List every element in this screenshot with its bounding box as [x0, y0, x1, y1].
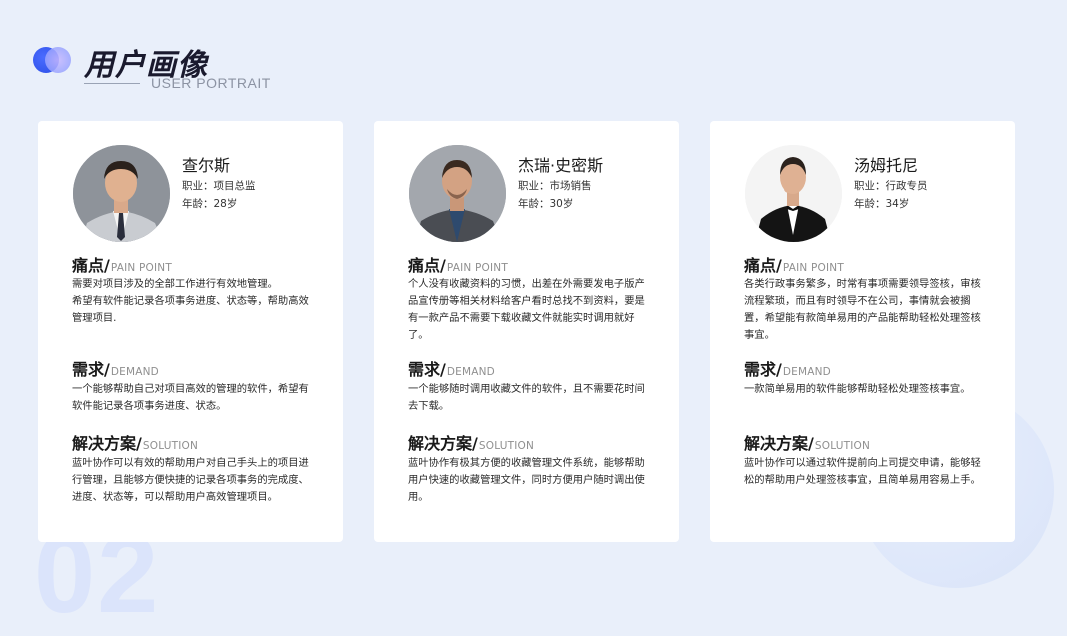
demand-text: 一个能够帮助自己对项目高效的管理的软件，希望有软件能记录各项事务进度、状态。: [72, 383, 309, 412]
persona-job: 职业：行政专员: [854, 180, 928, 192]
demand-text: 一款简单易用的软件能够帮助轻松处理签核事宜。: [744, 383, 971, 395]
solution-text: 蓝叶协作有极其方便的收藏管理文件系统，能够帮助用户快速的收藏管理文件，同时方便用…: [408, 457, 645, 503]
persona-card-2: 杰瑞·史密斯 职业：市场销售 年龄：30岁 痛点/PAIN POINT 个人没有…: [374, 121, 679, 542]
page-subtitle: USER PORTRAIT: [151, 75, 271, 91]
solution-heading: 解决方案/SOLUTION: [72, 434, 199, 453]
persona-card-3: 汤姆托尼 职业：行政专员 年龄：34岁 痛点/PAIN POINT 各类行政事务…: [710, 121, 1015, 542]
persona-name: 杰瑞·史密斯: [518, 156, 604, 175]
person-tuxedo-icon: [745, 145, 842, 242]
solution-text: 蓝叶协作可以有效的帮助用户对自己手头上的项目进行管理，且能够方便快捷的记录各项事…: [72, 457, 309, 503]
person-blazer-icon: [409, 145, 506, 242]
demand-text: 一个能够随时调用收藏文件的软件，且不需要花时间去下载。: [408, 383, 645, 412]
persona-job: 职业：项目总监: [182, 180, 256, 192]
persona-age: 年龄：28岁: [182, 198, 238, 210]
person-suit-icon: [73, 145, 170, 242]
avatar: [409, 145, 506, 242]
persona-card-1: 查尔斯 职业：项目总监 年龄：28岁 痛点/PAIN POINT 需要对项目涉及…: [38, 121, 343, 542]
solution-heading: 解决方案/SOLUTION: [408, 434, 535, 453]
pain-point-text: 需要对项目涉及的全部工作进行有效地管理。 希望有软件能记录各项事务进度、状态等，…: [72, 278, 309, 324]
avatar: [73, 145, 170, 242]
pain-point-heading: 痛点/PAIN POINT: [744, 256, 844, 275]
persona-age: 年龄：30岁: [518, 198, 574, 210]
solution-text: 蓝叶协作可以通过软件提前向上司提交申请，能够轻松的帮助用户处理签核事宜，且简单易…: [744, 457, 981, 486]
avatar: [745, 145, 842, 242]
persona-job: 职业：市场销售: [518, 180, 592, 192]
title-divider: [84, 83, 140, 84]
pain-point-text: 个人没有收藏资料的习惯，出差在外需要发电子版产品宣传册等相关材料给客户看时总找不…: [408, 278, 645, 341]
pain-point-heading: 痛点/PAIN POINT: [408, 256, 508, 275]
logo-dots-icon: [33, 45, 73, 75]
demand-heading: 需求/DEMAND: [744, 360, 831, 379]
persona-age: 年龄：34岁: [854, 198, 910, 210]
demand-heading: 需求/DEMAND: [408, 360, 495, 379]
persona-name: 汤姆托尼: [854, 156, 919, 175]
pain-point-text: 各类行政事务繁多，时常有事项需要领导签核，审核流程繁琐，而且有时领导不在公司，事…: [744, 278, 981, 341]
demand-heading: 需求/DEMAND: [72, 360, 159, 379]
solution-heading: 解决方案/SOLUTION: [744, 434, 871, 453]
pain-point-heading: 痛点/PAIN POINT: [72, 256, 172, 275]
persona-name: 查尔斯: [182, 156, 231, 175]
